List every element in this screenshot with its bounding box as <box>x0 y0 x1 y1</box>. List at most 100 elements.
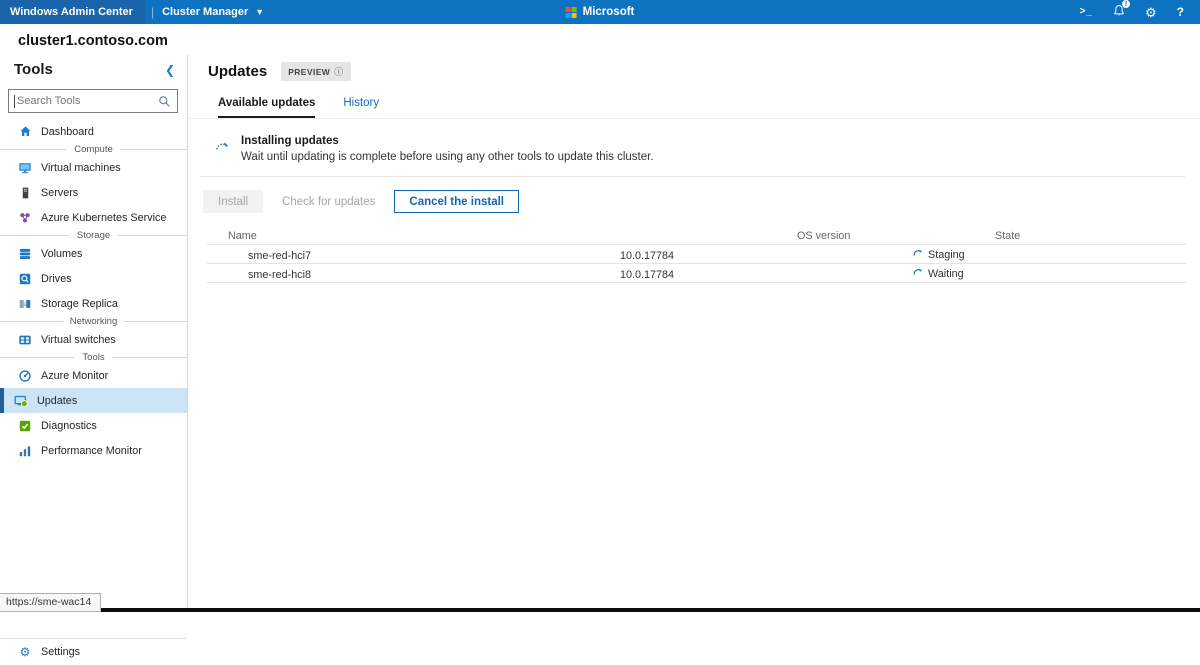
state-label: Waiting <box>928 268 964 280</box>
sidebar-group-networking: Networking <box>0 316 187 327</box>
cell-name: sme-red-hci7 <box>248 250 311 262</box>
sidebar-item-virtual-switches[interactable]: Virtual switches <box>0 327 187 352</box>
tab-available-updates[interactable]: Available updates <box>218 97 316 118</box>
nodes-update-table: Name OS version State sme-red-hci7 10.0.1… <box>188 227 1200 287</box>
search-tools-input[interactable] <box>9 90 177 112</box>
dashboard-home-icon <box>18 125 32 139</box>
sidebar-collapse-chevron-icon[interactable]: ❮ <box>165 63 175 77</box>
sidebar-item-performance-monitor[interactable]: Performance Monitor <box>0 438 187 463</box>
sidebar-item-label: Performance Monitor <box>41 444 142 457</box>
sidebar-item-label: Virtual switches <box>41 333 116 346</box>
column-header-name[interactable]: Name <box>228 230 257 242</box>
solution-chevron-down-icon[interactable]: ▼ <box>255 7 264 17</box>
sidebar-item-azure-monitor[interactable]: Azure Monitor <box>0 363 187 388</box>
installing-updates-notice: Installing updates Wait until updating i… <box>215 135 1200 163</box>
tools-nav: Dashboard Compute Virtual machines Servers A… <box>0 119 187 463</box>
sidebar-item-volumes[interactable]: Volumes <box>0 241 187 266</box>
tool-title: Updates <box>208 63 268 80</box>
sidebar-item-updates[interactable]: Updates <box>0 388 187 413</box>
tab-history[interactable]: History <box>343 97 379 118</box>
install-button[interactable]: Install <box>203 190 264 213</box>
search-icon[interactable] <box>158 95 171 113</box>
volumes-icon <box>18 247 32 261</box>
divider <box>200 176 1185 177</box>
sidebar-item-label: Azure Monitor <box>41 369 109 382</box>
servers-icon <box>18 186 32 200</box>
cell-os-version: 10.0.17784 <box>620 269 675 281</box>
group-label: Compute <box>74 144 113 155</box>
sidebar-item-label: Dashboard <box>41 125 94 138</box>
virtual-machines-icon <box>18 161 32 175</box>
sidebar-item-drives[interactable]: Drives <box>0 266 187 291</box>
updates-main-panel: Updates PREVIEW ⓘ Available updates Hist… <box>188 55 1200 608</box>
sidebar-group-compute: Compute <box>0 144 187 155</box>
drives-icon <box>18 272 32 286</box>
help-icon[interactable]: ? <box>1177 6 1184 18</box>
sidebar-item-label: Settings <box>41 646 81 658</box>
group-label: Storage <box>76 230 111 241</box>
sidebar-item-label: Azure Kubernetes Service <box>41 211 167 224</box>
page-title-cluster-name: cluster1.contoso.com <box>18 33 168 49</box>
window-bottom-edge <box>0 608 1200 612</box>
azure-kubernetes-icon <box>18 211 32 225</box>
sidebar-item-servers[interactable]: Servers <box>0 180 187 205</box>
sidebar-item-label: Drives <box>41 272 72 285</box>
cell-state: Staging <box>913 249 965 261</box>
actions-toolbar: Install Check for updates Cancel the ins… <box>203 190 1200 213</box>
state-label: Staging <box>928 249 965 261</box>
sidebar-item-diagnostics[interactable]: Diagnostics <box>0 413 187 438</box>
sidebar-group-storage: Storage <box>0 230 187 241</box>
group-label: Tools <box>82 352 105 363</box>
tab-rule <box>188 118 1200 119</box>
notice-title: Installing updates <box>241 135 339 147</box>
notifications-bell-icon[interactable]: ! <box>1113 0 1130 20</box>
azure-monitor-icon <box>18 369 32 383</box>
sidebar-item-label: Diagnostics <box>41 419 97 432</box>
sidebar-item-label: Servers <box>41 186 79 199</box>
settings-gear-icon[interactable]: ⚙ <box>1145 6 1157 19</box>
browser-status-tooltip: https://sme-wac14 <box>0 593 102 612</box>
tools-sidebar: Tools ❮ Dashboard Compute Virtual machines… <box>0 55 188 665</box>
performance-monitor-icon <box>18 444 32 458</box>
cell-state: Waiting <box>913 268 964 280</box>
sidebar-item-virtual-machines[interactable]: Virtual machines <box>0 155 187 180</box>
search-tools-box <box>8 89 178 113</box>
sidebar-item-label: Storage Replica <box>41 297 118 310</box>
check-for-updates-button[interactable]: Check for updates <box>267 190 390 213</box>
tab-bar: Available updates History <box>218 97 1200 118</box>
notice-description: Wait until updating is complete before u… <box>241 151 654 163</box>
state-spinner-icon <box>913 249 923 261</box>
cell-os-version: 10.0.17784 <box>620 250 675 262</box>
settings-gear-icon: ⚙ <box>19 645 31 659</box>
sidebar-group-tools: Tools <box>0 352 187 363</box>
diagnostics-icon <box>18 419 32 433</box>
storage-replica-icon <box>18 297 32 311</box>
sidebar-item-azure-kubernetes-service[interactable]: Azure Kubernetes Service <box>0 205 187 230</box>
state-spinner-icon <box>913 268 923 280</box>
cell-name: sme-red-hci8 <box>248 269 311 281</box>
microsoft-logo-icon <box>565 6 577 18</box>
top-app-bar: Windows Admin Center | Cluster Manager ▼… <box>0 0 1200 24</box>
sidebar-item-storage-replica[interactable]: Storage Replica <box>0 291 187 316</box>
info-icon[interactable]: ⓘ <box>334 65 343 78</box>
brand-label: Microsoft <box>582 6 635 18</box>
app-title[interactable]: Windows Admin Center <box>0 0 145 24</box>
group-label: Networking <box>69 316 118 327</box>
sidebar-item-label: Volumes <box>41 247 83 260</box>
solution-title[interactable]: Cluster Manager <box>162 6 248 18</box>
notification-badge: ! <box>1122 0 1130 8</box>
sidebar-item-label: Updates <box>37 394 78 407</box>
updates-icon <box>14 394 28 408</box>
sidebar-item-dashboard[interactable]: Dashboard <box>0 119 187 144</box>
sidebar-item-label: Virtual machines <box>41 161 121 174</box>
column-header-state[interactable]: State <box>995 230 1020 242</box>
powershell-console-icon[interactable]: >_ <box>1080 7 1093 17</box>
cancel-the-install-button[interactable]: Cancel the install <box>394 190 519 213</box>
spinner-icon <box>215 138 230 156</box>
virtual-switches-icon <box>18 333 32 347</box>
text-caret <box>14 95 15 108</box>
sidebar-item-settings[interactable]: ⚙ Settings <box>0 639 187 665</box>
sidebar-title: Tools <box>14 61 53 78</box>
microsoft-brand: Microsoft <box>565 0 635 24</box>
column-header-os-version[interactable]: OS version <box>797 230 850 242</box>
